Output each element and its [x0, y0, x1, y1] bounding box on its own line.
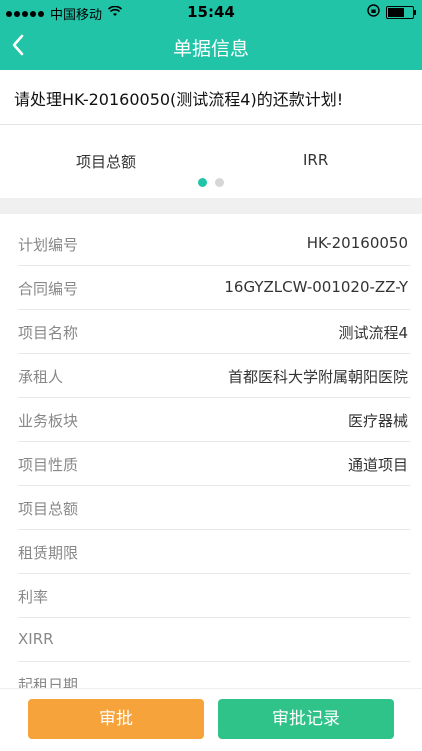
approve-button[interactable]: 审批	[28, 699, 204, 739]
notice-text: 请处理HK-20160050(测试流程4)的还款计划!	[14, 90, 344, 109]
page-title: 单据信息	[172, 38, 249, 60]
tab-irr[interactable]: IRR	[303, 151, 328, 169]
page-dot-active	[198, 178, 207, 187]
detail-value: 通道项目	[347, 456, 408, 474]
approval-record-button[interactable]: 审批记录	[218, 699, 394, 739]
page-indicator	[0, 178, 422, 187]
detail-row: 租赁期限	[18, 530, 410, 574]
action-bar: 审批 审批记录	[0, 688, 422, 751]
detail-label: XIRR	[18, 630, 54, 648]
detail-value: 首都医科大学附属朝阳医院	[227, 368, 408, 386]
detail-value: HK-20160050	[306, 234, 408, 252]
detail-row: 业务板块 医疗器械	[18, 398, 410, 442]
summary-carousel[interactable]: 项目总额 IRR	[0, 125, 422, 198]
detail-label: 计划编号	[18, 236, 79, 254]
detail-value: 测试流程4	[338, 324, 408, 342]
detail-list: 计划编号 HK-20160050 合同编号 16GYZLCW-001020-ZZ-Y…	[0, 222, 422, 690]
nav-bar: 单据信息	[0, 24, 422, 70]
battery-icon	[386, 5, 416, 19]
status-bar: 中国移动 15:44	[0, 0, 422, 24]
detail-row: 项目性质 通道项目	[18, 442, 410, 486]
detail-row: XIRR	[18, 618, 410, 662]
detail-row: 利率	[18, 574, 410, 618]
detail-label: 项目名称	[18, 324, 79, 342]
status-time: 15:44	[187, 3, 235, 21]
detail-label: 业务板块	[18, 412, 79, 430]
detail-row: 承租人 首都医科大学附属朝阳医院	[18, 354, 410, 398]
detail-label: 合同编号	[18, 280, 79, 298]
detail-row: 计划编号 HK-20160050	[18, 222, 410, 266]
rotation-lock-icon	[367, 4, 380, 20]
detail-row: 起租日期	[18, 662, 410, 690]
detail-row: 合同编号 16GYZLCW-001020-ZZ-Y	[18, 266, 410, 310]
detail-label: 项目性质	[18, 456, 79, 474]
detail-label: 租赁期限	[18, 544, 79, 562]
notice-banner: 请处理HK-20160050(测试流程4)的还款计划!	[0, 70, 422, 125]
page-dot	[215, 178, 224, 187]
section-divider	[0, 198, 422, 214]
detail-label: 项目总额	[18, 500, 79, 518]
detail-label: 承租人	[18, 368, 64, 386]
detail-value: 16GYZLCW-001020-ZZ-Y	[224, 278, 408, 296]
detail-row: 项目总额	[18, 486, 410, 530]
detail-row: 项目名称 测试流程4	[18, 310, 410, 354]
detail-value: 医疗器械	[347, 412, 408, 430]
status-right	[367, 4, 416, 20]
detail-label: 利率	[18, 588, 49, 606]
tab-project-total[interactable]: 项目总额	[76, 151, 136, 172]
